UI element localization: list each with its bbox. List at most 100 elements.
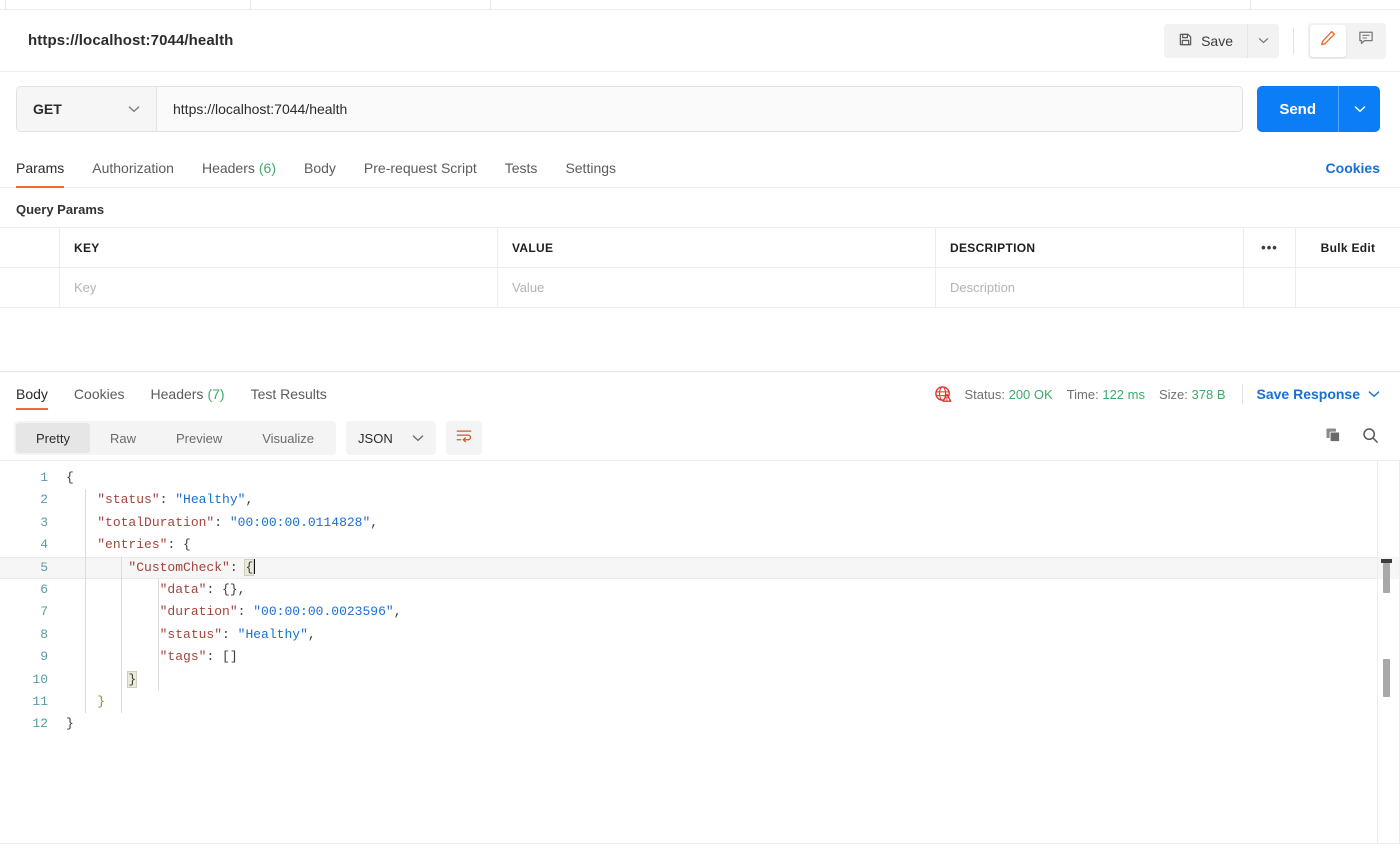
- code-line[interactable]: 12}: [0, 713, 1400, 735]
- save-options-dropdown[interactable]: [1247, 23, 1279, 58]
- code-line[interactable]: 3 "totalDuration": "00:00:00.0114828",: [0, 512, 1400, 534]
- code-text: }: [66, 669, 138, 691]
- code-line[interactable]: 9 "tags": []: [0, 646, 1400, 668]
- comment-button[interactable]: [1348, 25, 1384, 57]
- save-response-label: Save Response: [1256, 386, 1361, 402]
- code-token: }: [66, 716, 74, 732]
- code-text: "CustomCheck": {: [66, 557, 256, 579]
- line-number: 9: [40, 649, 48, 665]
- code-line[interactable]: 6 "data": {},: [0, 579, 1400, 601]
- editor-scrollbar-thumb[interactable]: [1383, 563, 1390, 593]
- send-button[interactable]: Send: [1257, 86, 1338, 132]
- code-line[interactable]: 11 }: [0, 691, 1400, 713]
- tab-body[interactable]: Body: [304, 148, 336, 188]
- response-tab-cookies[interactable]: Cookies: [74, 372, 125, 416]
- code-token: ,: [237, 581, 246, 597]
- code-text: "totalDuration": "00:00:00.0114828",: [66, 512, 378, 534]
- request-pane-filler: [0, 308, 1400, 372]
- comment-icon: [1357, 29, 1375, 52]
- table-options-button[interactable]: •••: [1244, 228, 1296, 267]
- code-token: {: [183, 537, 191, 553]
- bulk-edit-button[interactable]: Bulk Edit: [1296, 228, 1400, 267]
- code-text: "tags": []: [66, 646, 238, 668]
- view-pretty[interactable]: Pretty: [16, 423, 90, 453]
- workspace-tab-strip[interactable]: [0, 0, 1400, 10]
- response-tab-headers[interactable]: Headers (7): [151, 372, 225, 416]
- key-input[interactable]: Key: [60, 268, 498, 307]
- code-token: "tags": [159, 649, 207, 665]
- time-badge: Time: 122 ms: [1067, 387, 1145, 402]
- tab-tests[interactable]: Tests: [505, 148, 538, 188]
- tab-label: Authorization: [92, 159, 174, 176]
- view-visualize[interactable]: Visualize: [242, 423, 334, 453]
- globe-warning-icon[interactable]: [934, 385, 953, 404]
- table-header-row: KEY VALUE DESCRIPTION ••• Bulk Edit: [0, 228, 1400, 268]
- code-token: :: [159, 492, 176, 508]
- response-body-editor[interactable]: 1{2 "status": "Healthy", 3 "totalDuration…: [0, 460, 1400, 844]
- code-line[interactable]: 7 "duration": "00:00:00.0023596",: [0, 601, 1400, 623]
- tab-pre-request-script[interactable]: Pre-request Script: [364, 148, 477, 188]
- row-bulk-cell: [1296, 268, 1400, 307]
- description-input[interactable]: Description: [936, 268, 1244, 307]
- code-token: "Healthy": [175, 492, 246, 508]
- code-token: []: [222, 649, 238, 665]
- row-checkbox-cell[interactable]: [0, 268, 60, 307]
- tab-headers[interactable]: Headers (6): [202, 148, 276, 188]
- tab-seam: [490, 0, 491, 10]
- request-url-bar: GET Send: [0, 72, 1400, 148]
- method-and-url: GET: [16, 86, 1244, 132]
- copy-icon[interactable]: [1324, 426, 1343, 450]
- table-row[interactable]: Key Value Description: [0, 268, 1400, 308]
- word-wrap-button[interactable]: [446, 421, 483, 455]
- save-button-label: Save: [1201, 32, 1233, 49]
- language-label: JSON: [358, 430, 393, 446]
- code-line[interactable]: 1{: [0, 467, 1400, 489]
- tab-authorization[interactable]: Authorization: [92, 148, 174, 188]
- code-token: "CustomCheck": [128, 559, 230, 575]
- edit-mode-button[interactable]: [1310, 24, 1346, 57]
- code-token: "Healthy": [237, 626, 308, 642]
- code-token: "00:00:00.0114828": [229, 514, 371, 530]
- tab-label: Params: [16, 159, 65, 176]
- code-line[interactable]: 2 "status": "Healthy",: [0, 489, 1400, 511]
- status-value: 200 OK: [1008, 386, 1053, 402]
- code-line[interactable]: 8 "status": "Healthy",: [0, 624, 1400, 646]
- column-header-value: VALUE: [498, 228, 936, 267]
- page-title: https://localhost:7044/health: [28, 32, 234, 49]
- response-tab-test-results[interactable]: Test Results: [251, 372, 327, 416]
- line-number: 12: [32, 716, 48, 732]
- response-tab-body[interactable]: Body: [16, 372, 48, 416]
- code-line[interactable]: 4 "entries": {: [0, 534, 1400, 556]
- code-line[interactable]: 5 "CustomCheck": {: [0, 556, 1400, 580]
- language-select[interactable]: JSON: [346, 421, 437, 455]
- view-raw[interactable]: Raw: [90, 423, 156, 453]
- query-params-heading: Query Params: [16, 202, 105, 217]
- code-line[interactable]: 10 }: [0, 669, 1400, 691]
- tab-settings[interactable]: Settings: [565, 148, 616, 188]
- response-meta: Status: 200 OK Time: 122 ms Size: 378 B …: [934, 384, 1381, 404]
- tab-seam: [5, 0, 6, 10]
- toolbar-divider: [1293, 27, 1294, 54]
- pencil-icon: [1319, 29, 1337, 52]
- tab-params[interactable]: Params: [16, 148, 65, 188]
- json-code[interactable]: 1{2 "status": "Healthy", 3 "totalDuration…: [0, 461, 1400, 736]
- http-method-select[interactable]: GET: [17, 87, 157, 131]
- code-token: "entries": [97, 537, 168, 553]
- value-input[interactable]: Value: [498, 268, 936, 307]
- view-preview[interactable]: Preview: [156, 423, 242, 453]
- cookies-link[interactable]: Cookies: [1326, 160, 1380, 176]
- code-token: "00:00:00.0023596": [253, 604, 394, 620]
- code-text: "status": "Healthy",: [66, 624, 316, 646]
- url-input[interactable]: [157, 87, 1243, 131]
- search-icon[interactable]: [1361, 426, 1380, 450]
- code-text: "status": "Healthy",: [66, 489, 253, 511]
- line-number: 11: [32, 693, 48, 709]
- view-mode-toggle: [1308, 22, 1386, 59]
- send-options-dropdown[interactable]: [1338, 86, 1380, 132]
- code-token: :: [214, 514, 230, 530]
- save-response-button[interactable]: Save Response: [1257, 386, 1381, 402]
- tab-label: Body: [16, 386, 48, 402]
- editor-minimap-marker[interactable]: [1383, 659, 1390, 697]
- code-text: }: [66, 713, 74, 735]
- save-button[interactable]: Save: [1164, 23, 1247, 58]
